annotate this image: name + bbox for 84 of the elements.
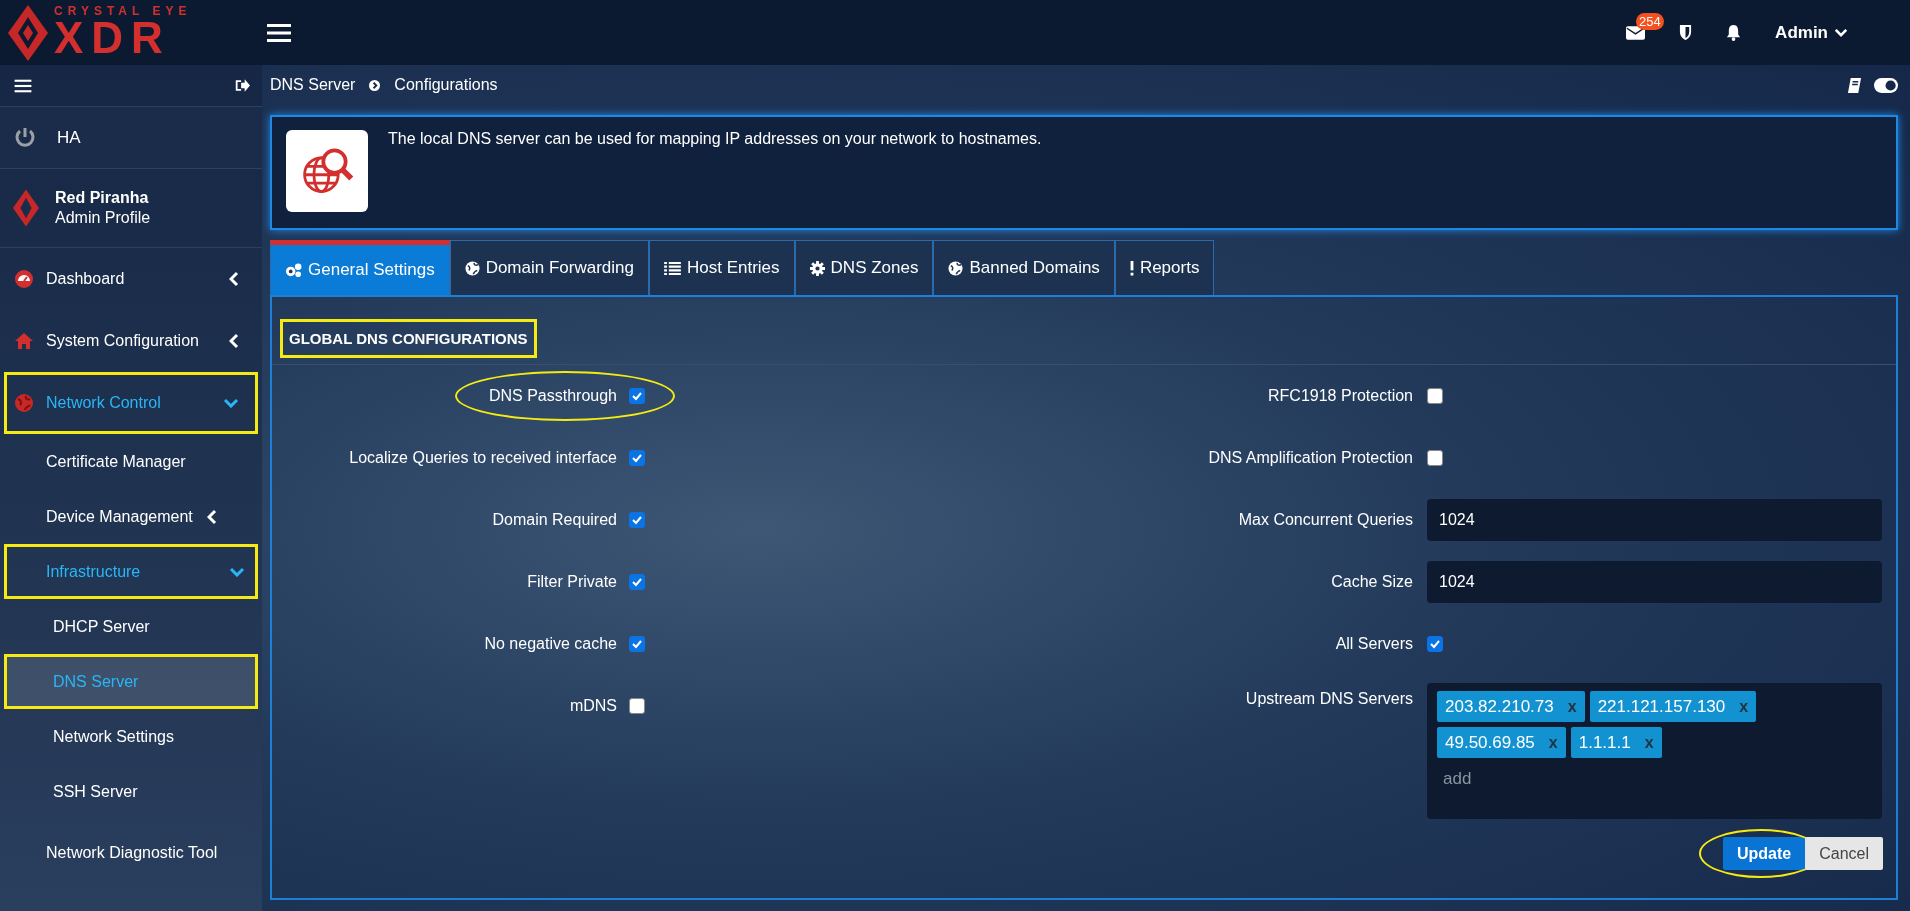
list-icon <box>664 261 681 275</box>
checkbox[interactable] <box>629 388 645 404</box>
logo-tagline: CRYSTAL EYE <box>54 5 192 17</box>
sidebar-item[interactable]: Network Diagnostic Tool <box>4 819 258 887</box>
field-label: RFC1918 Protection <box>1267 387 1413 405</box>
sign-out-icon[interactable] <box>234 78 250 93</box>
tab[interactable]: Host Entries <box>649 240 795 295</box>
ha-status[interactable]: HA <box>0 106 262 169</box>
ip-tag: 221.121.157.130 x <box>1589 691 1757 722</box>
sidebar-item[interactable]: DNS Server <box>4 654 258 709</box>
mail-icon[interactable] <box>1626 25 1646 40</box>
sidebar-item[interactable]: Network Settings <box>4 709 258 764</box>
notification-badge: 254 <box>1636 12 1664 30</box>
globe-icon <box>14 393 34 413</box>
tag-add-field[interactable]: add <box>1437 763 1872 795</box>
section-title: GLOBAL DNS CONFIGURATIONS <box>280 319 537 358</box>
sidebar-item[interactable]: System Configuration <box>4 310 258 372</box>
power-icon <box>13 125 37 150</box>
remove-tag-button[interactable]: x <box>1739 697 1749 716</box>
sidebar-item[interactable]: Device Management <box>4 489 258 544</box>
exclamation-icon <box>1129 260 1134 276</box>
ip-tag: 1.1.1.1 x <box>1570 727 1662 758</box>
field-label: Max Concurrent Queries <box>1237 511 1413 529</box>
field-label: All Servers <box>1334 635 1413 653</box>
tab[interactable]: DNS Zones <box>794 240 934 295</box>
tab[interactable]: Banned Domains <box>933 240 1115 295</box>
bell-icon[interactable] <box>1726 24 1742 41</box>
tag-input-field[interactable]: 203.82.210.73 x 221.121.157.130 x 49.50.69.85 x 1.1.1.1 x add <box>1427 683 1882 819</box>
breadcrumb-current: Configurations <box>394 76 498 94</box>
sidebar-item[interactable]: Network Control <box>4 372 258 434</box>
checkbox[interactable] <box>629 636 645 652</box>
diamond-logo-icon <box>8 4 48 61</box>
remove-tag-button[interactable]: x <box>1567 697 1577 716</box>
globe-icon <box>948 260 964 276</box>
checkbox[interactable] <box>629 450 645 466</box>
checkbox[interactable] <box>629 574 645 590</box>
diamond-logo-icon <box>13 188 39 228</box>
gauge-icon <box>14 269 34 289</box>
gear-icon <box>809 260 825 276</box>
checkbox[interactable] <box>1427 450 1443 466</box>
field-label: Cache Size <box>1330 573 1413 591</box>
tab[interactable]: Reports <box>1114 240 1215 295</box>
field-label: Domain Required <box>492 511 617 529</box>
breadcrumb-link[interactable]: DNS Server <box>270 76 356 94</box>
globe-icon <box>464 260 480 276</box>
logo-wordmark: XDR <box>54 16 171 60</box>
sidebar-item[interactable]: Certificate Manager <box>4 434 258 489</box>
cancel-button[interactable]: Cancel <box>1805 837 1883 870</box>
ip-tag: 203.82.210.73 x <box>1437 691 1585 722</box>
update-button[interactable]: Update <box>1722 837 1806 870</box>
menu-icon[interactable] <box>266 22 292 43</box>
tab[interactable]: General Settings <box>270 240 450 295</box>
text-field[interactable]: 1024 <box>1427 499 1882 541</box>
field-label: No negative cache <box>484 635 617 653</box>
ip-tag: 49.50.69.85 x <box>1437 727 1566 758</box>
book-icon[interactable] <box>1847 76 1862 94</box>
toggle-icon[interactable] <box>1874 77 1898 93</box>
field-label: mDNS <box>569 697 617 715</box>
checkbox[interactable] <box>1427 388 1443 404</box>
profile-name: Red Piranha <box>55 188 150 208</box>
text-field[interactable]: 1024 <box>1427 561 1882 603</box>
checkbox[interactable] <box>629 512 645 528</box>
gears-icon <box>285 262 302 278</box>
field-label: DNS Passthrough <box>488 387 617 405</box>
sidebar-item[interactable]: DHCP Server <box>4 599 258 654</box>
shield-icon[interactable] <box>1679 24 1693 41</box>
remove-tag-button[interactable]: x <box>1548 733 1558 752</box>
field-label: Filter Private <box>527 573 617 591</box>
user-menu-button[interactable]: Admin <box>1775 22 1848 43</box>
field-label: Upstream DNS Servers <box>1244 689 1413 708</box>
home-icon <box>14 332 34 350</box>
chevron-down-icon <box>1834 28 1848 37</box>
remove-tag-button[interactable]: x <box>1644 733 1654 752</box>
checkbox[interactable] <box>629 698 645 714</box>
tab[interactable]: Domain Forwarding <box>449 240 649 295</box>
sidebar-item[interactable]: Dashboard <box>4 248 258 310</box>
sidebar-item[interactable]: Infrastructure <box>4 544 258 599</box>
menu-icon[interactable] <box>14 78 32 93</box>
info-text: The local DNS server can be used for mapping IP addresses on your network to hostnames. <box>388 130 1042 149</box>
field-label: DNS Amplification Protection <box>1207 449 1413 467</box>
checkbox[interactable] <box>1427 636 1443 652</box>
sidebar-item[interactable]: SSH Server <box>4 764 258 819</box>
profile-role: Admin Profile <box>55 209 151 226</box>
field-label: Localize Queries to received interface <box>349 449 617 467</box>
